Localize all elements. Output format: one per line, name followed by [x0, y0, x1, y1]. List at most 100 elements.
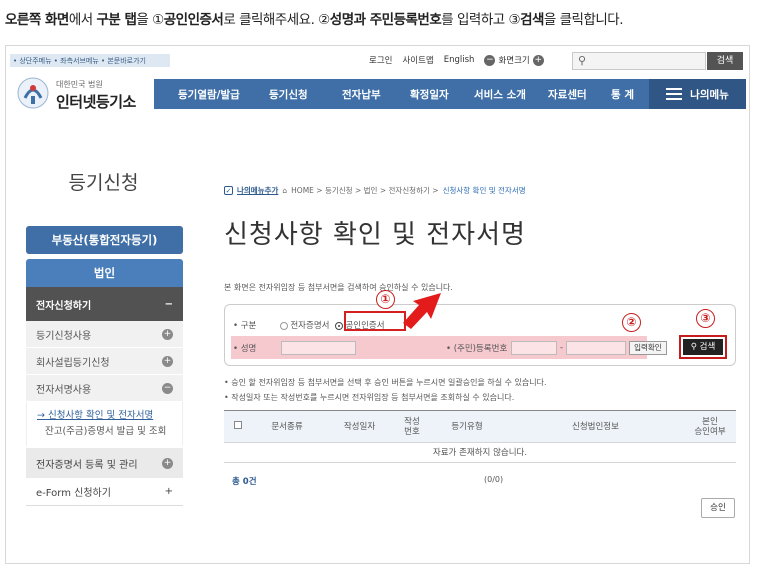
zoom-control: − 화면크기 + [484, 54, 544, 66]
lnb-sub-balance-cert[interactable]: 잔고(주금)증명서 발급 및 조회 [37, 424, 172, 440]
instruction-part: 을 ① [136, 12, 164, 28]
search-icon: ⚲ [690, 342, 700, 352]
left-nav: 부동산(통합전자등기) 법인 전자신청하기 − 등기신청사용 + 회사설립등기신… [26, 226, 183, 506]
instruction-part: 를 입력하고 ③ [441, 12, 521, 28]
breadcrumb: ✓ 나의메뉴추가 ⌂ HOME > 등기신청 > 법인 > 전자신청하기 > 신… [224, 185, 526, 196]
site-search-button[interactable]: 검색 [707, 52, 743, 70]
logo-subtitle: 대한민국 법원 [56, 80, 103, 89]
search-button-label: 검색 [699, 342, 716, 352]
collapse-icon: − [162, 382, 173, 394]
sitemap-link[interactable]: 사이트맵 [402, 54, 433, 66]
type-label: • 구분 [233, 321, 257, 331]
search-icon: ⚲ [578, 54, 587, 67]
step-marker-3: ③ [696, 309, 715, 328]
lnb-item-company-setup[interactable]: 회사설립등기신청 + [26, 348, 183, 375]
instruction-part: 검색 [520, 12, 544, 28]
radio-e-certificate[interactable]: 전자증명서 [280, 319, 329, 331]
select-all-checkbox[interactable] [234, 421, 242, 429]
note-line: • 작성일자 또는 작성번호를 누르시면 전자위임장 등 첨부서면을 조회하실 … [224, 393, 515, 402]
site-search-input[interactable]: ⚲ [572, 52, 706, 70]
lnb-item-realestate[interactable]: 부동산(통합전자등기) [26, 226, 183, 254]
radio-icon [280, 321, 289, 330]
nav-item-registration[interactable]: 등기신청 [269, 87, 308, 102]
lnb-item-e-apply[interactable]: 전자신청하기 − [26, 287, 183, 321]
note-line: • 승인 할 전자위임장 등 첨부서면을 선택 후 승인 버튼을 누르시면 일괄… [224, 378, 547, 387]
name-label: • 성명 [233, 344, 257, 354]
zoom-in-icon[interactable]: + [532, 54, 544, 66]
nav-item-fixed-date[interactable]: 확정일자 [410, 87, 449, 102]
login-link[interactable]: 로그인 [369, 54, 392, 66]
name-row: • 성명 • (주민)등록번호 - 입력확인 [233, 341, 667, 355]
lnb-item-eform[interactable]: e-Form 신청하기 + [26, 478, 183, 506]
top-links: 로그인 사이트맵 English − 화면크기 + [369, 54, 544, 66]
pointer-arrow-icon [403, 293, 441, 329]
lnb-item-label: 전자증명서 등록 및 관리 [36, 459, 138, 471]
zoom-out-icon[interactable]: − [484, 54, 496, 66]
step-marker-2: ② [622, 313, 641, 332]
col-approval: 본인 승인여부 [694, 416, 726, 437]
lnb-item-corporation[interactable]: 법인 [26, 259, 183, 287]
lnb-title: 등기신청 [68, 172, 139, 194]
home-icon: ⌂ [282, 186, 288, 195]
instruction-part: 오른쪽 화면 [5, 12, 69, 28]
site-logo[interactable]: 대한민국 법원 인터넷등기소 [16, 74, 156, 114]
rrn-second-input[interactable] [566, 341, 627, 355]
page-title: 신청사항 확인 및 전자서명 [224, 220, 526, 250]
breadcrumb-path: HOME > 등기신청 > 법인 > 전자신청하기 > [291, 186, 439, 195]
instruction-part: 공인인증서 [163, 12, 224, 28]
lnb-submenu: → 신청사항 확인 및 전자서명 잔고(주금)증명서 발급 및 조회 [26, 402, 183, 446]
lnb-item-certificate[interactable]: 전자증명서 등록 및 관리 + [26, 448, 183, 478]
expand-icon: + [164, 486, 173, 497]
approve-button[interactable]: 승인 [701, 498, 735, 518]
lnb-item-usage[interactable]: 등기신청사용 + [26, 321, 183, 348]
search-panel: • 구분 전자증명서 공인인증서 • 성명 • (주민)등록번호 - 입력확인 … [224, 304, 736, 366]
rrn-dash: - [560, 343, 564, 353]
my-menu-label: 나의메뉴 [690, 88, 729, 101]
my-menu-button[interactable]: 나의메뉴 [649, 79, 746, 109]
table-header: 문서종류 작성일자 작성 번호 등기유형 신청법인정보 본인 승인여부 [224, 411, 736, 443]
instruction-part: 성명과 주민등록번호 [329, 12, 442, 28]
results-table: 문서종류 작성일자 작성 번호 등기유형 신청법인정보 본인 승인여부 자료가 … [224, 410, 736, 463]
instruction-part: 에서 [68, 12, 97, 28]
expand-icon: + [162, 355, 173, 367]
hamburger-icon [666, 88, 683, 100]
skip-links[interactable]: • 상단주메뉴 • 좌측서브메뉴 • 본문바로가기 [10, 54, 170, 67]
lnb-item-label: e-Form 신청하기 [36, 488, 111, 499]
lnb-item-label: 등기신청사용 [36, 330, 92, 342]
top-bar: • 상단주메뉴 • 좌측서브메뉴 • 본문바로가기 로그인 사이트맵 Engli… [6, 46, 749, 74]
lnb-item-label: 전자신청하기 [36, 300, 92, 312]
nav-item-stats[interactable]: 통 계 [611, 87, 634, 102]
english-link[interactable]: English [444, 55, 475, 65]
instruction-part: 로 클릭해주세요. ② [223, 12, 330, 28]
pagination: (0/0) [484, 475, 504, 484]
name-input[interactable] [281, 341, 356, 355]
nav-item-service[interactable]: 서비스 소개 [474, 87, 526, 102]
nav-item-payment[interactable]: 전자납부 [342, 87, 381, 102]
checkbox-icon: ✓ [224, 186, 233, 195]
add-my-menu-link[interactable]: 나의메뉴추가 [237, 185, 278, 196]
breadcrumb-current: 신청사항 확인 및 전자서명 [442, 186, 526, 195]
col-number: 작성 번호 [404, 416, 420, 437]
col-corp-info: 신청법인정보 [572, 421, 619, 432]
browser-frame: • 상단주메뉴 • 좌측서브메뉴 • 본문바로가기 로그인 사이트맵 Engli… [5, 45, 750, 564]
instruction-text: 오른쪽 화면에서 구분 탭을 ①공인인증서로 클릭해주세요. ②성명과 주민등록… [5, 8, 755, 28]
rrn-first-input[interactable] [511, 341, 557, 355]
search-button[interactable]: ⚲ 검색 [683, 339, 723, 355]
logo-title: 인터넷등기소 [56, 93, 136, 111]
nav-item-resources[interactable]: 자료센터 [548, 87, 587, 102]
instruction-part: 을 클릭합니다. [543, 12, 624, 28]
verify-button[interactable]: 입력확인 [629, 341, 667, 355]
lnb-item-label: 전자서명사용 [36, 384, 92, 396]
step-marker-1: ① [376, 290, 395, 309]
zoom-label: 화면크기 [498, 56, 530, 66]
expand-icon: + [162, 328, 173, 340]
col-date: 작성일자 [343, 421, 376, 432]
main-nav: 등기열람/발급 등기신청 전자납부 확정일자 서비스 소개 자료센터 통 계 나… [154, 79, 746, 109]
rrn-label: • (주민)등록번호 [446, 344, 508, 354]
total-count: 총 0건 [232, 477, 257, 487]
highlight-box-1 [344, 311, 406, 331]
nav-item-view-issue[interactable]: 등기열람/발급 [178, 87, 240, 102]
lnb-item-e-sign[interactable]: 전자서명사용 − [26, 375, 183, 402]
col-reg-type: 등기유형 [451, 421, 483, 432]
lnb-sub-confirm-sign[interactable]: → 신청사항 확인 및 전자서명 [37, 408, 172, 424]
